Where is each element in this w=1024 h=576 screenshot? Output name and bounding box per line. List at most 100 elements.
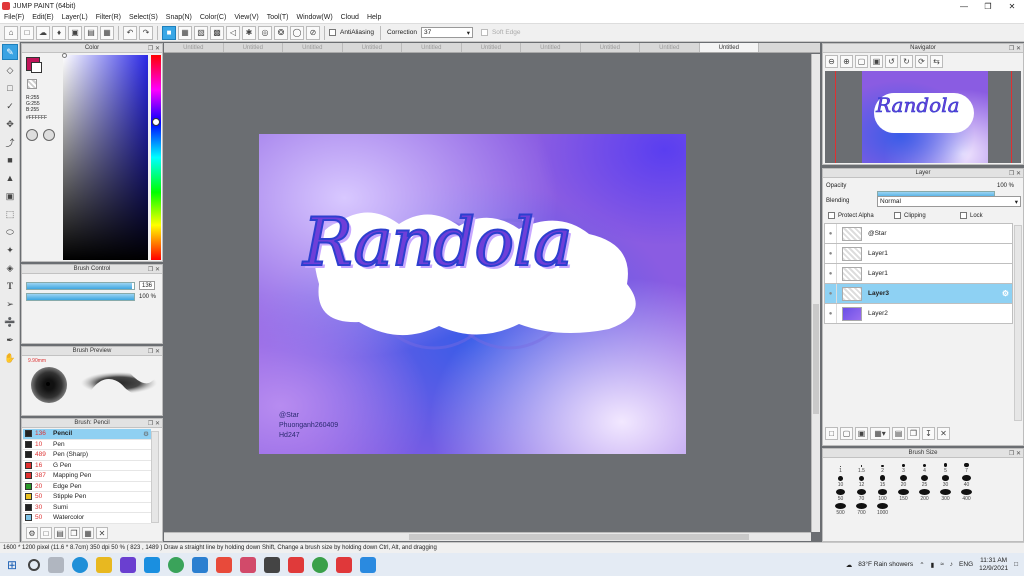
layer-row[interactable]: ● Layer2 (824, 304, 1013, 324)
layer-row[interactable]: ● Layer1 (824, 244, 1013, 264)
pen-app-icon[interactable] (288, 556, 304, 573)
brush-size-option[interactable]: 100 (872, 489, 893, 502)
new-file-icon[interactable]: □ (20, 25, 34, 40)
battery-icon[interactable]: ▮ (931, 561, 935, 569)
brush-settings-icon[interactable]: ⚙ (26, 527, 38, 539)
visibility-icon[interactable]: ● (825, 264, 837, 283)
chevron-up-icon[interactable]: ⌃ (919, 561, 924, 569)
brush-item[interactable]: 30 Sumi (23, 502, 151, 513)
panel-close-icon[interactable]: ❐ ✕ (148, 348, 160, 357)
visibility-icon[interactable]: ● (825, 244, 837, 263)
document-tab[interactable]: Untitled (343, 43, 402, 52)
hand-icon[interactable]: ✋ (2, 350, 18, 366)
menu-edit[interactable]: Edit(E) (28, 14, 57, 21)
brush-size-option[interactable]: 12 (851, 475, 872, 488)
hue-slider-handle[interactable] (152, 118, 160, 126)
visibility-icon[interactable]: ● (825, 304, 837, 323)
notification-icon[interactable]: □ (1014, 561, 1018, 568)
panel-close-icon[interactable]: ❐ ✕ (1009, 45, 1021, 54)
brush-size-option[interactable]: 700 (851, 503, 872, 516)
ellipse-icon[interactable]: ◯ (290, 25, 304, 40)
panel-close-icon[interactable]: ❐ ✕ (1009, 450, 1021, 459)
brush-item[interactable]: 136 Pencil ⚙ (23, 429, 151, 440)
brush-item[interactable]: 50 Stipple Pen (23, 492, 151, 503)
document-icon[interactable]: ▤ (84, 25, 98, 40)
new-layer-1bit-icon[interactable]: ▣ (855, 427, 868, 440)
brush-item[interactable]: 489 Pen (Sharp) (23, 450, 151, 461)
brush-size-option[interactable]: 20 (893, 475, 914, 488)
new-layer-icon[interactable]: □ (825, 427, 838, 440)
document-tab[interactable]: Untitled (581, 43, 640, 52)
layer-row-selected[interactable]: ● Layer3 ⚙ (824, 284, 1013, 304)
brush-size-option[interactable]: 15 (872, 475, 893, 488)
operation-icon[interactable]: ➢ (2, 296, 18, 312)
brush-size-option[interactable]: 25 (914, 475, 935, 488)
menu-color[interactable]: Color(C) (196, 14, 230, 21)
delete-layer-icon[interactable]: ✕ (937, 427, 950, 440)
gradient-icon[interactable]: ▣ (2, 188, 18, 204)
brush-item[interactable]: 16 G Pen (23, 460, 151, 471)
actual-size-icon[interactable]: ▣ (870, 55, 883, 68)
menu-view[interactable]: View(V) (230, 14, 262, 21)
folder-icon[interactable]: ▤ (54, 527, 66, 539)
text-tool-icon[interactable]: T (2, 278, 18, 294)
undo-icon[interactable]: ↶ (123, 25, 137, 40)
clipboard-icon[interactable]: ▦ (100, 25, 114, 40)
language-indicator[interactable]: ENG (959, 561, 973, 568)
maximize-button[interactable]: ❐ (976, 0, 1000, 12)
protect-alpha-checkbox[interactable] (828, 212, 835, 219)
rotate-right-icon[interactable]: ↻ (900, 55, 913, 68)
menu-layer[interactable]: Layer(L) (58, 14, 92, 21)
green-app-icon[interactable] (312, 556, 328, 573)
correction-select[interactable]: 37 ▾ (420, 27, 473, 38)
monitor-icon[interactable]: ▣ (68, 25, 82, 40)
home-icon[interactable]: ⌂ (4, 25, 18, 40)
document-tab[interactable]: Untitled (462, 43, 521, 52)
flip-icon[interactable]: ⇆ (930, 55, 943, 68)
bucket-icon[interactable]: ▲ (2, 170, 18, 186)
lock-checkbox[interactable] (960, 212, 967, 219)
brush-size-option[interactable]: 7 (956, 461, 977, 474)
menu-file[interactable]: File(F) (0, 14, 28, 21)
panel-close-icon[interactable]: ❐ ✕ (148, 420, 160, 429)
brush-size-option[interactable]: 70 (851, 489, 872, 502)
brush-size-option[interactable]: 150 (893, 489, 914, 502)
brush-size-option[interactable]: 2 (872, 461, 893, 474)
menu-select[interactable]: Select(S) (125, 14, 162, 21)
menu-window[interactable]: Window(W) (292, 14, 336, 21)
photos-icon[interactable] (240, 556, 256, 573)
secondary-color-swatch[interactable] (31, 62, 42, 73)
document-tab[interactable]: Untitled (521, 43, 581, 52)
menu-filter[interactable]: Filter(R) (92, 14, 125, 21)
camera-icon[interactable] (264, 556, 280, 573)
brush-size-option[interactable]: 4 (914, 461, 935, 474)
brush-size-option[interactable]: 1.5 (851, 461, 872, 474)
rotate-left-icon[interactable]: ↺ (885, 55, 898, 68)
brush-size-option[interactable]: 50 (830, 489, 851, 502)
pen-tool-icon[interactable]: ✎ (2, 44, 18, 60)
zoom-app-icon[interactable] (360, 556, 376, 573)
panel-close-icon[interactable]: ❐ ✕ (1009, 170, 1021, 179)
canvas-horizontal-scrollbar[interactable] (164, 532, 811, 541)
protect-alpha-option[interactable]: Protect Alpha (828, 212, 874, 219)
transparent-swatch[interactable] (27, 79, 37, 89)
vertical-scroll-thumb[interactable] (813, 304, 819, 414)
spoit-icon[interactable]: ✒ (2, 332, 18, 348)
new-layer-8bit-icon[interactable]: ▢ (840, 427, 853, 440)
mail-icon[interactable] (192, 556, 208, 573)
color-wheel-icon[interactable] (26, 129, 38, 141)
brush-size-option[interactable]: 400 (956, 489, 977, 502)
brush-size-option[interactable]: 300 (935, 489, 956, 502)
circle-guide-icon[interactable]: ◎ (258, 25, 272, 40)
task-view-icon[interactable] (48, 556, 64, 573)
brush-size-value[interactable]: 136 (139, 281, 155, 290)
file-explorer-icon[interactable] (96, 556, 112, 573)
brush-item[interactable]: 387 Mapping Pen (23, 471, 151, 482)
saturation-value-picker[interactable] (63, 55, 148, 260)
selection-pen-icon[interactable]: ⬭ (2, 224, 18, 240)
folder-icon[interactable]: ▤ (892, 427, 905, 440)
document-tab[interactable]: Untitled (640, 43, 700, 52)
menu-snap[interactable]: Snap(N) (162, 14, 196, 21)
ruler-icon[interactable]: ▧ (194, 25, 208, 40)
merge-down-icon[interactable]: ↧ (922, 427, 935, 440)
